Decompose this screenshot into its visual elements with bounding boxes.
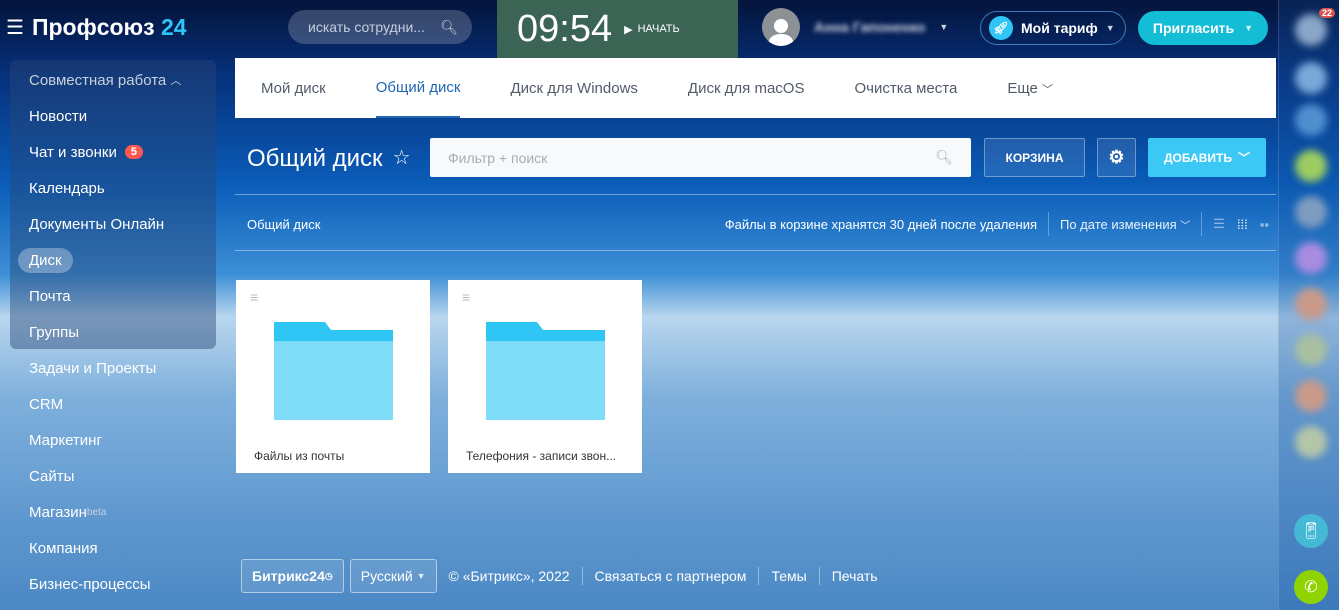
right-panel: 22 📱︎ ✆ [1278, 0, 1339, 610]
folder-card[interactable]: ≡ Файлы из почты [236, 280, 430, 473]
divider [235, 250, 1276, 251]
contact-avatar[interactable] [1295, 242, 1327, 274]
sidebar-item-chat[interactable]: Чат и звонки 5 [0, 134, 230, 170]
divider [235, 194, 1276, 195]
counter-badge: 5 [124, 145, 143, 159]
contact-avatar[interactable] [1295, 334, 1327, 366]
grid-view-icon[interactable]: ⁞⁞⁞ [1237, 217, 1248, 232]
chevron-down-icon: ﹀ [1180, 220, 1191, 232]
sidebar-item-disk[interactable]: Диск [0, 242, 230, 278]
partner-link[interactable]: Связаться с партнером [595, 568, 747, 584]
star-icon[interactable]: ☆ [393, 145, 411, 173]
sidebar-item-sites[interactable]: Сайты [0, 458, 230, 494]
chevron-up-icon: ︿ [170, 75, 182, 87]
search-icon: 🔍︎ [935, 149, 953, 165]
play-icon: ▶︎ [624, 23, 633, 36]
breadcrumb[interactable]: Общий диск [247, 217, 320, 232]
contact-avatar[interactable] [1295, 150, 1327, 182]
sidebar-item-shop[interactable]: Магазин beta [0, 494, 230, 530]
messenger-icon[interactable] [1295, 62, 1327, 94]
contact-avatar[interactable] [1295, 196, 1327, 228]
sidebar-item-news[interactable]: Новости [0, 98, 230, 134]
tab-windows[interactable]: Диск для Windows [510, 80, 637, 97]
chevron-down-icon: ﹀ [1042, 83, 1054, 96]
gear-icon[interactable]: ⚙ [1097, 138, 1136, 177]
mobile-cloud-icon[interactable]: 📱︎ [1294, 514, 1328, 548]
print-link[interactable]: Печать [832, 568, 878, 584]
sidebar-item-bizproc[interactable]: Бизнес-процессы [0, 566, 230, 602]
sidebar-group-toggle[interactable]: Совместная работа ︿ [0, 62, 230, 98]
clock-icon: ◷ [324, 570, 333, 581]
filter-search-input[interactable]: Фильтр + поиск 🔍︎ [430, 138, 971, 177]
phone-icon[interactable]: ✆ [1294, 570, 1328, 604]
folder-icon [274, 322, 393, 420]
language-select[interactable]: Русский ▼ [349, 559, 437, 593]
sidebar-item-marketing[interactable]: Маркетинг [0, 422, 230, 458]
menu-icon[interactable]: ☰ [6, 15, 24, 40]
invite-button[interactable]: Пригласить ▼ [1138, 11, 1268, 45]
sort-select[interactable]: По дате изменения ﹀ [1060, 217, 1190, 232]
bitrix-logo[interactable]: Битрикс24 ◷ [241, 559, 344, 593]
employee-search[interactable]: искать сотрудни... 🔍︎ [288, 10, 472, 44]
tab-cleanup[interactable]: Очистка места [854, 80, 957, 97]
sidebar-item-calendar[interactable]: Календарь [0, 170, 230, 206]
search-chat-icon[interactable] [1295, 104, 1327, 136]
rocket-icon: 🚀︎ [989, 16, 1013, 40]
contact-avatar[interactable] [1295, 288, 1327, 320]
toolbar: Общий диск Файлы в корзине хранятся 30 д… [247, 212, 1269, 236]
list-view-icon[interactable]: ☰ [1213, 216, 1225, 232]
sidebar-item-tasks[interactable]: Задачи и Проекты [0, 350, 230, 386]
search-icon: 🔍︎ [440, 18, 458, 35]
add-button[interactable]: ДОБАВИТЬ ﹀ [1148, 138, 1266, 177]
my-tariff-button[interactable]: 🚀︎ Мой тариф ▼ [980, 11, 1126, 45]
chevron-down-icon: ﹀ [1237, 151, 1250, 165]
sidebar-item-mail[interactable]: Почта [0, 278, 230, 314]
user-menu[interactable]: Анна Гапоненко ▼ [762, 8, 948, 46]
drag-menu-icon[interactable]: ≡ [462, 289, 470, 305]
page-title: Общий диск ☆ [247, 145, 411, 173]
sidebar-item-crm[interactable]: CRM [0, 386, 230, 422]
footer: Битрикс24 ◷ Русский ▼ © «Битрикс», 2022 С… [241, 559, 878, 593]
avatar [762, 8, 800, 46]
tile-view-icon[interactable]: ▪▪ [1260, 217, 1269, 232]
contact-avatar[interactable] [1295, 380, 1327, 412]
sidebar-item-documents[interactable]: Документы Онлайн [0, 206, 230, 242]
tab-shared-disk[interactable]: Общий диск [375, 58, 461, 118]
tab-macos[interactable]: Диск для macOS [688, 80, 805, 97]
sidebar: Совместная работа ︿ Новости Чат и звонки… [0, 62, 230, 602]
tab-more[interactable]: Еще ﹀ [1007, 80, 1053, 97]
logo[interactable]: ☰ Профсоюз 24 [6, 14, 187, 41]
sidebar-item-groups[interactable]: Группы [0, 314, 230, 350]
sidebar-item-company[interactable]: Компания [0, 530, 230, 566]
folder-card[interactable]: ≡ Телефония - записи звон... [448, 280, 642, 473]
folder-icon [486, 322, 605, 420]
chevron-down-icon: ▼ [939, 22, 949, 32]
disk-tabs: Мой диск Общий диск Диск для Windows Дис… [235, 58, 1276, 118]
start-button[interactable]: НАЧАТЬ [638, 23, 680, 35]
chevron-down-icon: ▼ [416, 571, 426, 581]
themes-link[interactable]: Темы [771, 568, 806, 584]
contact-avatar[interactable] [1295, 426, 1327, 458]
trash-button[interactable]: КОРЗИНА [984, 138, 1085, 177]
drag-menu-icon[interactable]: ≡ [250, 289, 258, 305]
chevron-down-icon: ▼ [1105, 23, 1115, 33]
tab-my-disk[interactable]: Мой диск [261, 80, 326, 97]
notifications-icon[interactable] [1295, 14, 1327, 46]
chevron-down-icon: ▼ [1244, 23, 1254, 33]
work-timer[interactable]: 09:54 ▶︎ НАЧАТЬ [497, 0, 738, 58]
